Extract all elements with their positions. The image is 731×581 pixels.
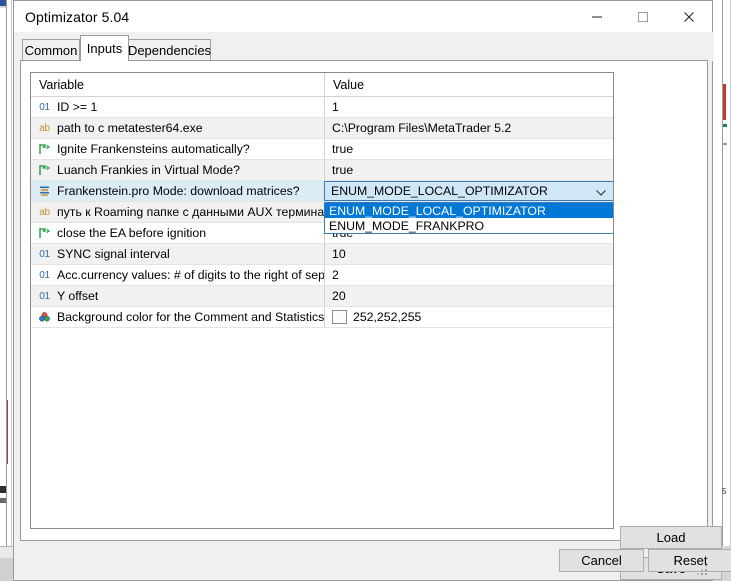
row-variable-cell[interactable]: Frankenstein.pro Mode: download matrices…: [31, 181, 324, 201]
row-variable-label: Acc.currency values: # of digits to the …: [57, 268, 324, 282]
integer-type-icon: 01: [37, 289, 52, 303]
color-type-icon: [37, 310, 52, 324]
grid-header-variable[interactable]: Variable: [31, 73, 324, 96]
table-row[interactable]: ab path to c metatester64.exe C:\Program…: [31, 118, 613, 139]
row-value-cell[interactable]: 10: [324, 244, 614, 264]
background-block-marker-1: [0, 486, 6, 493]
row-variable-label: SYNC signal interval: [57, 247, 170, 261]
row-variable-cell[interactable]: ab path to c metatester64.exe: [31, 118, 324, 138]
row-variable-cell[interactable]: ab путь к Roaming папке с данными AUX те…: [31, 202, 324, 222]
boolean-type-icon: [37, 226, 52, 240]
background-taskbar: [0, 558, 13, 581]
row-value-cell[interactable]: true: [324, 160, 614, 180]
row-variable-cell[interactable]: Ignite Frankensteins automatically?: [31, 139, 324, 159]
inputs-grid[interactable]: Variable Value 01 ID >= 1 1 ab path to c…: [30, 72, 614, 529]
combobox-option[interactable]: ENUM_MODE_FRANKPRO: [325, 218, 614, 233]
background-window-left: [0, 0, 13, 581]
tab-inputs[interactable]: Inputs: [80, 35, 129, 61]
row-variable-label: Frankenstein.pro Mode: download matrices…: [57, 184, 300, 198]
row-value-cell[interactable]: true: [324, 139, 614, 159]
background-block-marker-2: [0, 498, 6, 503]
row-value-cell[interactable]: 20: [324, 286, 614, 306]
boolean-type-icon: [37, 142, 52, 156]
background-green-indicator: [723, 124, 727, 127]
row-variable-label: path to c metatester64.exe: [57, 121, 203, 135]
row-variable-label: ID >= 1: [57, 100, 97, 114]
table-row[interactable]: 01 Y offset 20: [31, 286, 613, 307]
background-edge-label: 5: [722, 487, 726, 496]
combobox-option-list[interactable]: ENUM_MODE_LOCAL_OPTIMIZATOR ENUM_MODE_FR…: [324, 202, 614, 234]
tab-page-inputs: Variable Value 01 ID >= 1 1 ab path to c…: [20, 60, 708, 541]
background-gray-indicator: [723, 143, 727, 145]
row-value-cell[interactable]: C:\Program Files\MetaTrader 5.2: [324, 118, 614, 138]
row-value-cell[interactable]: 252,252,255: [324, 307, 614, 327]
row-variable-label: Luanch Frankies in Virtual Mode?: [57, 163, 240, 177]
string-type-icon: ab: [37, 205, 52, 219]
row-variable-cell[interactable]: 01 SYNC signal interval: [31, 244, 324, 264]
row-variable-cell[interactable]: 01 Acc.currency values: # of digits to t…: [31, 265, 324, 285]
color-value-label: 252,252,255: [353, 310, 421, 324]
maximize-button[interactable]: [620, 1, 666, 32]
title-bar[interactable]: Optimizator 5.04: [14, 1, 712, 32]
minimize-button[interactable]: [574, 1, 620, 32]
close-icon: [683, 11, 695, 23]
cancel-button[interactable]: Cancel: [559, 549, 644, 572]
background-frame-line: [6, 0, 7, 546]
row-variable-cell[interactable]: close the EA before ignition: [31, 223, 324, 243]
boolean-type-icon: [37, 163, 52, 177]
combobox-selected-value: ENUM_MODE_LOCAL_OPTIMIZATOR: [331, 184, 548, 198]
integer-type-icon: 01: [37, 247, 52, 261]
row-variable-label: Background color for the Comment and Sta…: [57, 310, 324, 324]
resize-grip-icon[interactable]: [697, 565, 709, 577]
grid-header-value[interactable]: Value: [324, 73, 613, 96]
enum-combobox[interactable]: ENUM_MODE_LOCAL_OPTIMIZATOR ENUM_MODE_LO…: [324, 181, 614, 201]
row-value-cell[interactable]: 1: [324, 97, 614, 117]
row-variable-label: путь к Roaming папке с данными AUX терми…: [57, 205, 324, 219]
minimize-icon: [591, 11, 603, 23]
integer-type-icon: 01: [37, 100, 52, 114]
tab-common[interactable]: Common: [22, 39, 80, 61]
screen-root: 5 Optimizator 5.04: [0, 0, 731, 581]
string-type-icon: ab: [37, 121, 52, 135]
combobox-display[interactable]: ENUM_MODE_LOCAL_OPTIMIZATOR: [324, 181, 614, 201]
grid-header-row: Variable Value: [31, 73, 613, 97]
table-row[interactable]: 01 SYNC signal interval 10: [31, 244, 613, 265]
combobox-option[interactable]: ENUM_MODE_LOCAL_OPTIMIZATOR: [325, 203, 614, 218]
table-row-selected[interactable]: Frankenstein.pro Mode: download matrices…: [31, 181, 613, 202]
background-red-marker: [7, 400, 8, 464]
background-red-indicator: [723, 84, 726, 120]
row-variable-label: close the EA before ignition: [57, 226, 206, 240]
chevron-down-icon[interactable]: [595, 186, 607, 200]
close-button[interactable]: [666, 1, 712, 32]
row-variable-cell[interactable]: Background color for the Comment and Sta…: [31, 307, 324, 327]
tab-dependencies[interactable]: Dependencies: [128, 39, 211, 61]
row-variable-cell[interactable]: Luanch Frankies in Virtual Mode?: [31, 160, 324, 180]
row-value-cell[interactable]: 2: [324, 265, 614, 285]
row-variable-cell[interactable]: 01 Y offset: [31, 286, 324, 306]
table-row[interactable]: 01 Acc.currency values: # of digits to t…: [31, 265, 613, 286]
maximize-icon: [637, 11, 649, 23]
table-row[interactable]: Luanch Frankies in Virtual Mode? true: [31, 160, 613, 181]
row-variable-cell[interactable]: 01 ID >= 1: [31, 97, 324, 117]
table-row[interactable]: Ignite Frankensteins automatically? true: [31, 139, 613, 160]
row-variable-label: Ignite Frankensteins automatically?: [57, 142, 250, 156]
optimizator-dialog: Optimizator 5.04: [13, 0, 713, 581]
tab-strip: Common Inputs Dependencies: [14, 32, 714, 61]
reset-button[interactable]: Reset: [648, 549, 731, 572]
color-swatch[interactable]: [332, 310, 347, 324]
table-row[interactable]: Background color for the Comment and Sta…: [31, 307, 613, 328]
row-variable-label: Y offset: [57, 289, 98, 303]
background-frame-line-2: [11, 0, 12, 546]
background-window-right: 5: [713, 0, 731, 581]
enum-type-icon: [37, 184, 52, 198]
load-button[interactable]: Load: [620, 526, 722, 549]
table-row[interactable]: 01 ID >= 1 1: [31, 97, 613, 118]
integer-type-icon: 01: [37, 268, 52, 282]
window-title: Optimizator 5.04: [14, 9, 129, 25]
window-controls: [574, 1, 712, 32]
